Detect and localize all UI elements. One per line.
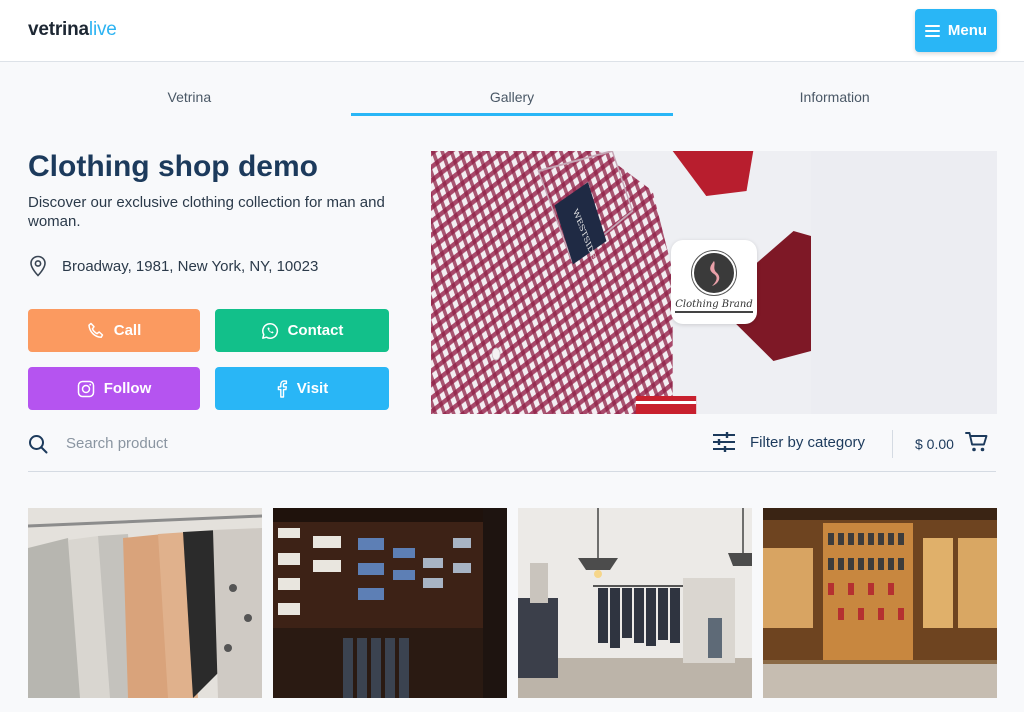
search-input[interactable] (66, 432, 366, 454)
contact-button-label: Contact (287, 322, 344, 339)
tab-bar: Vetrina Gallery Information (28, 80, 996, 116)
call-button-label: Call (113, 322, 142, 339)
search-icon[interactable] (28, 434, 48, 454)
search-filter-bar: Filter by category $ 0.00 (28, 422, 996, 472)
logo-text-part2: live (88, 19, 117, 40)
tab-vetrina[interactable]: Vetrina (28, 80, 351, 116)
follow-button[interactable]: Follow (28, 367, 200, 410)
shop-title: Clothing shop demo (28, 150, 318, 183)
menu-button[interactable]: Menu (915, 9, 997, 52)
vetrinalive-logo[interactable]: vetrinalive (28, 19, 117, 41)
top-bar: vetrinalive Menu (0, 0, 1024, 62)
brand-name: Clothing Brand (675, 299, 753, 313)
contact-button[interactable]: Contact (215, 309, 389, 352)
gallery-photo-clothing-rack[interactable] (28, 508, 262, 698)
facebook-icon (277, 379, 287, 398)
cart-icon[interactable] (965, 431, 989, 453)
location-pin-icon (30, 255, 46, 277)
gallery-photo-boutique[interactable] (518, 508, 752, 698)
tab-information[interactable]: Information (673, 80, 996, 116)
filter-label: Filter by category (750, 433, 866, 451)
whatsapp-icon (261, 322, 278, 339)
visit-button-label: Visit (296, 380, 329, 397)
cart-total: $ 0.00 (915, 436, 954, 452)
instagram-icon (77, 380, 94, 397)
call-button[interactable]: Call (28, 309, 200, 352)
filter-sliders-icon (713, 432, 735, 452)
shop-description: Discover our exclusive clothing collecti… (28, 194, 385, 230)
shop-cover-image: WESTSIDE Clothing Brand (431, 151, 997, 414)
visit-button[interactable]: Visit (215, 367, 389, 410)
brand-logo: Clothing Brand (671, 240, 757, 324)
address-text: Broadway, 1981, New York, NY, 10023 (62, 257, 319, 275)
logo-text-part1: vetrina (28, 19, 89, 40)
phone-icon (87, 322, 103, 338)
divider (892, 430, 893, 458)
menu-icon (924, 24, 940, 37)
shop-address[interactable]: Broadway, 1981, New York, NY, 10023 (28, 255, 318, 277)
tab-gallery[interactable]: Gallery (350, 80, 674, 116)
follow-button-label: Follow (103, 380, 152, 397)
brand-logo-mark (692, 251, 736, 295)
gallery-photo-accessories-wall[interactable] (763, 508, 997, 698)
filter-by-category-button[interactable]: Filter by category (712, 432, 865, 452)
menu-button-label: Menu (947, 22, 988, 39)
gallery-photo-shelves[interactable] (273, 508, 507, 698)
